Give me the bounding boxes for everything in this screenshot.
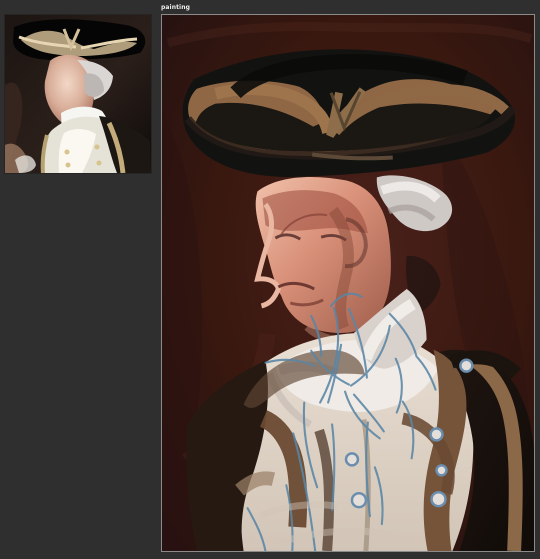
painting-canvas[interactable] — [161, 14, 535, 552]
painting-artwork — [162, 15, 534, 551]
canvas-title: painting — [161, 4, 190, 11]
reference-image-panel[interactable] — [5, 15, 151, 173]
reference-photo — [5, 15, 151, 173]
artist-workspace: painting — [0, 0, 540, 559]
